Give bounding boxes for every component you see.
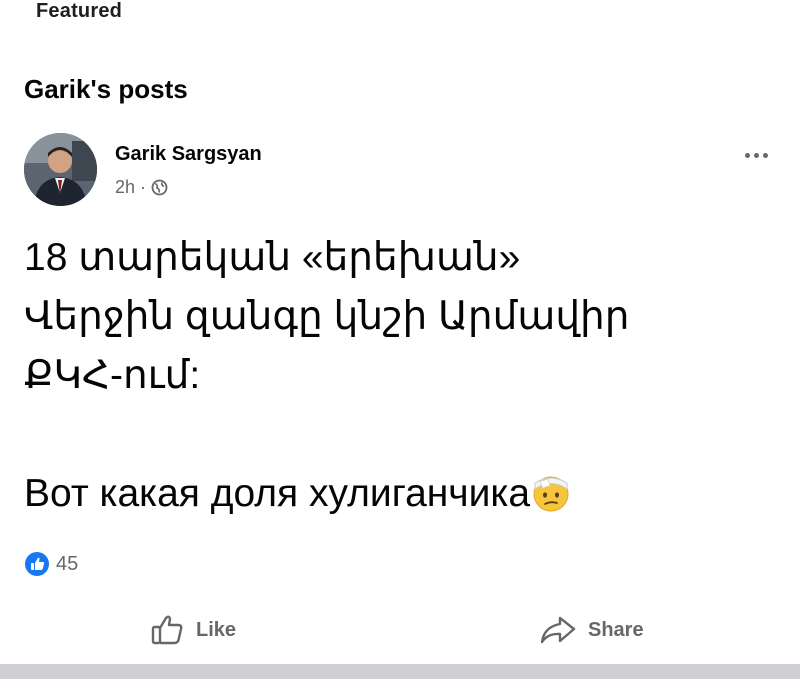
like-button[interactable]: Like [150, 608, 236, 652]
meta-separator: · [140, 177, 147, 197]
post-time[interactable]: 2h [115, 177, 135, 198]
more-options-icon[interactable] [736, 145, 776, 165]
post-text-line-last: Вот какая доля хулиганчика [24, 464, 784, 523]
face-with-head-bandage-emoji [532, 470, 570, 512]
thumbs-up-icon [150, 613, 186, 647]
share-label: Share [588, 618, 644, 641]
post-text-line: 18 տարեկան «երեխան» [24, 236, 521, 279]
globe-icon [151, 179, 168, 196]
post-text: 18 տարեկան «երեխան» Վերջին զանգը կնշի Ար… [24, 228, 784, 523]
post-divider [0, 664, 800, 679]
post-meta: 2h · [115, 177, 168, 198]
post-text-blank-line [24, 405, 784, 464]
avatar[interactable] [24, 133, 97, 206]
post-header: Garik Sargsyan 2h · [24, 133, 776, 209]
share-button[interactable]: Share [538, 608, 644, 652]
like-label: Like [196, 618, 237, 641]
post-actions: Like Share [0, 608, 800, 652]
share-icon [538, 614, 578, 646]
section-title: Garik's posts [24, 74, 188, 104]
post-text-line: Վերջին զանգը կնշի Արմավիր [24, 295, 630, 338]
reaction-count: 45 [56, 552, 79, 575]
post-text-line: Вот какая доля хулиганчика [24, 472, 531, 515]
post-text-line: ՔԿՀ-ում: [24, 354, 201, 397]
reactions-summary[interactable]: 45 [24, 551, 78, 577]
featured-label: Featured [36, 0, 123, 22]
like-reaction-icon [24, 551, 50, 577]
author-name[interactable]: Garik Sargsyan [115, 143, 262, 166]
